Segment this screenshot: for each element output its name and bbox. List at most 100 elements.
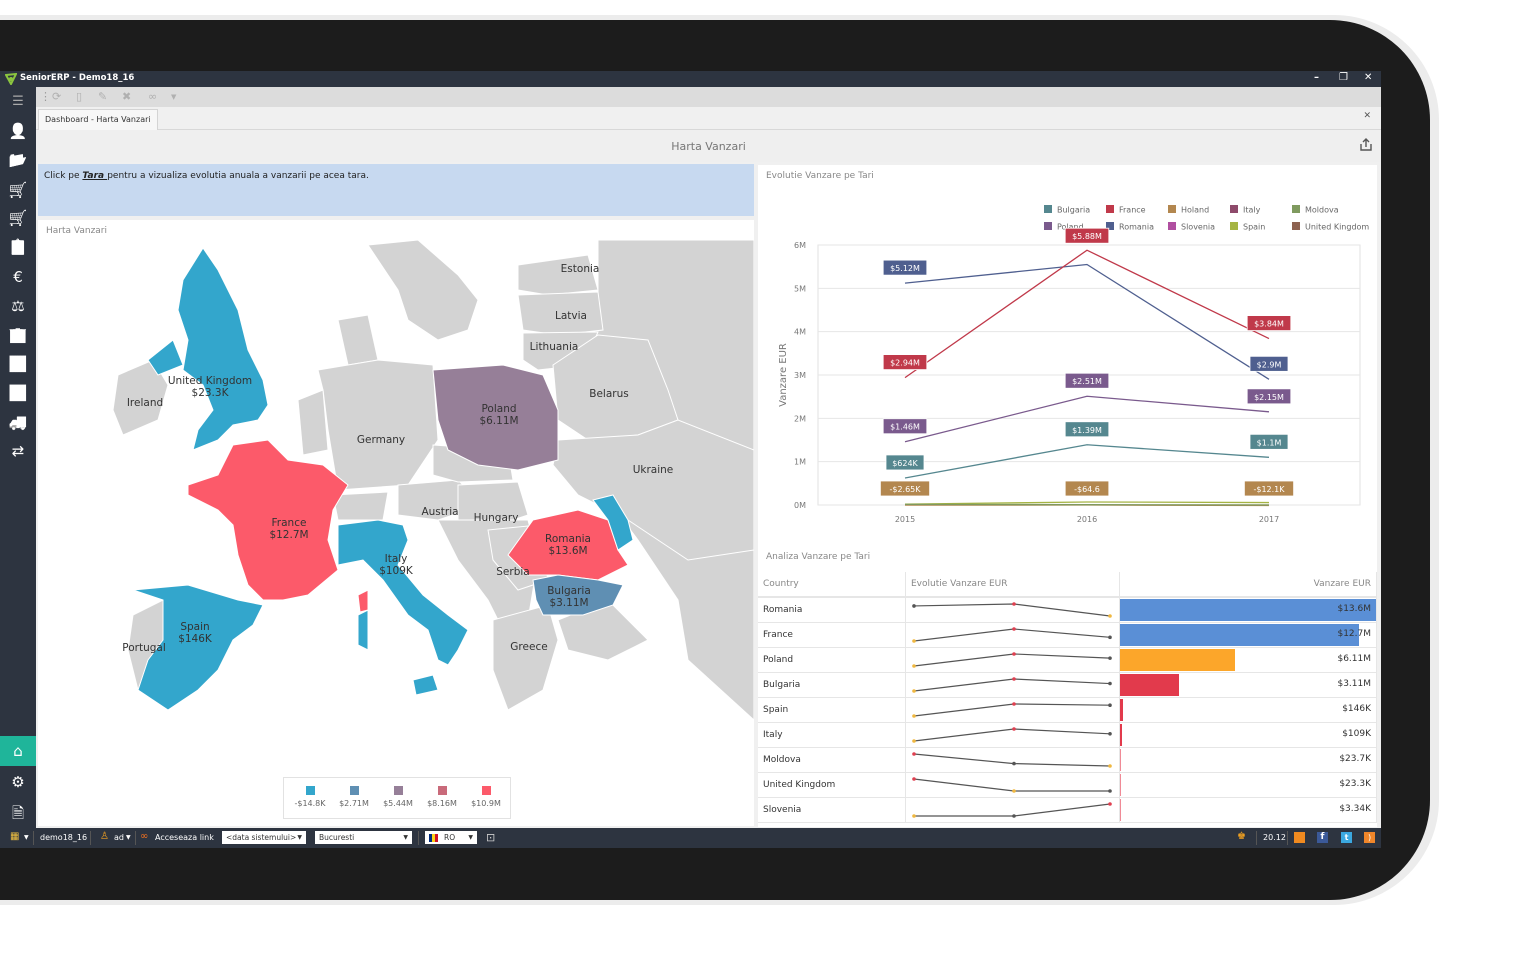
chart-legend-item[interactable]: Moldova xyxy=(1292,205,1339,215)
chart-legend-item[interactable]: France xyxy=(1106,205,1146,215)
map-label-italy[interactable]: Italy xyxy=(385,553,408,565)
map-label-portugal[interactable]: Portugal xyxy=(122,642,166,654)
chart-legend-item[interactable]: Italy xyxy=(1230,205,1261,215)
language-select[interactable]: RO ▼ xyxy=(425,831,477,844)
delete-icon[interactable]: ✖ xyxy=(122,90,131,103)
chart-legend-item[interactable]: Spain xyxy=(1230,222,1265,232)
currency-icon[interactable]: € xyxy=(8,267,28,287)
map-label-france[interactable]: France xyxy=(272,517,307,529)
map-label-belarus[interactable]: Belarus xyxy=(589,388,628,400)
map-label-austria[interactable]: Austria xyxy=(421,506,458,518)
map-label-united-kingdom[interactable]: United Kingdom xyxy=(168,375,252,387)
table-row[interactable]: Moldova $23.7K xyxy=(758,747,1377,773)
bar-chart-icon[interactable]: 📊 xyxy=(8,383,28,403)
data-label: -$12.1K xyxy=(1243,480,1294,497)
users-icon[interactable]: ♚ xyxy=(1237,831,1246,842)
report-search-icon[interactable]: 🗎 xyxy=(8,803,28,823)
series-line-france[interactable] xyxy=(904,249,1270,379)
table-row[interactable]: Poland $6.11M xyxy=(758,647,1377,673)
data-label: $624K xyxy=(885,454,925,471)
map-label-romania[interactable]: Romania xyxy=(545,533,591,545)
note-link[interactable]: Tara xyxy=(82,171,107,181)
chart-legend-item[interactable]: United Kingdom xyxy=(1292,222,1369,232)
fullscreen-icon[interactable]: ⊡ xyxy=(486,831,495,844)
settings-gears-icon[interactable]: ⚙ xyxy=(8,772,28,792)
map-label-latvia[interactable]: Latvia xyxy=(555,310,587,322)
table-row[interactable]: United Kingdom $23.3K xyxy=(758,772,1377,798)
user-desk-icon[interactable]: 👤 xyxy=(8,121,28,141)
table-row[interactable]: Italy $109K xyxy=(758,722,1377,748)
grid-menu-dropdown-icon[interactable]: ▼ xyxy=(24,834,29,841)
sparkline xyxy=(912,602,1112,618)
edit-icon[interactable]: ✎ xyxy=(98,90,107,103)
chart-legend-item[interactable]: Bulgaria xyxy=(1044,205,1090,215)
series-line-moldova[interactable] xyxy=(904,503,1270,506)
export-icon[interactable] xyxy=(1359,138,1373,152)
user-name[interactable]: ad xyxy=(114,833,124,842)
sparkline-point xyxy=(1012,602,1016,606)
table-row[interactable]: Romania $13.6M xyxy=(758,597,1377,623)
map-label-poland[interactable]: Poland xyxy=(481,403,516,415)
document-icon[interactable]: ▯ xyxy=(76,90,82,103)
date-select[interactable]: <data sistemului> ▼ xyxy=(222,831,306,844)
map-label-estonia[interactable]: Estonia xyxy=(561,263,600,275)
database-name[interactable]: demo18_16 xyxy=(40,833,87,842)
table-row[interactable]: Bulgaria $3.11M xyxy=(758,672,1377,698)
map-label-spain[interactable]: Spain xyxy=(180,621,209,633)
close-tab-icon[interactable]: ✕ xyxy=(1363,111,1371,121)
truck-icon[interactable]: 🚚 xyxy=(8,412,28,432)
map-label-lithuania[interactable]: Lithuania xyxy=(530,341,579,353)
map-value-france: $12.7M xyxy=(269,529,308,541)
chart-legend-item[interactable]: Romania xyxy=(1106,222,1154,232)
sparkline xyxy=(912,652,1112,668)
sparkline-point xyxy=(1108,681,1112,686)
close-button[interactable]: ✕ xyxy=(1364,72,1372,83)
menu-icon[interactable]: ☰ xyxy=(8,92,28,112)
scales-icon[interactable]: ⚖ xyxy=(8,296,28,316)
dropdown-icon[interactable]: ▼ xyxy=(171,93,176,101)
facebook-icon[interactable]: f xyxy=(1317,832,1328,843)
table-row[interactable]: Spain $146K xyxy=(758,697,1377,723)
link-icon[interactable]: ∞ xyxy=(148,90,157,103)
col-header-country[interactable]: Country xyxy=(758,572,906,598)
user-dropdown-icon[interactable]: ▼ xyxy=(126,834,131,841)
map-label-ukraine[interactable]: Ukraine xyxy=(633,464,674,476)
series-line-romania[interactable] xyxy=(904,263,1270,380)
cell-sparkline xyxy=(905,747,1120,773)
minimize-button[interactable]: – xyxy=(1314,72,1319,83)
table-row[interactable]: Slovenia $3.34K xyxy=(758,797,1377,823)
chevron-down-icon: ▼ xyxy=(403,834,408,841)
city-select[interactable]: Bucuresti ▼ xyxy=(315,831,412,844)
grid-menu-icon[interactable]: ▦ xyxy=(10,831,19,842)
map-label-ireland[interactable]: Ireland xyxy=(127,397,163,409)
home-icon[interactable]: ⌂ xyxy=(8,741,28,761)
share-icon[interactable] xyxy=(1294,832,1305,843)
map-label-serbia[interactable]: Serbia xyxy=(496,566,529,578)
folder-open-icon[interactable]: 📂 xyxy=(8,150,28,170)
map-label-greece[interactable]: Greece xyxy=(510,641,547,653)
access-link[interactable]: Acceseaza link xyxy=(155,833,214,842)
map-label-hungary[interactable]: Hungary xyxy=(474,512,519,524)
cart-add-icon[interactable]: 🛒 xyxy=(8,180,28,200)
clipboard-cart-icon[interactable]: 📋 xyxy=(8,237,28,257)
chart-legend-item[interactable]: Holand xyxy=(1168,205,1209,215)
map-label-bulgaria[interactable]: Bulgaria xyxy=(547,585,591,597)
sparkline-line xyxy=(913,628,1111,642)
restore-button[interactable]: ❐ xyxy=(1339,72,1348,83)
tab-dashboard-harta-vanzari[interactable]: Dashboard - Harta Vanzari xyxy=(38,109,158,130)
cell-vanzare: $12.7M xyxy=(1119,622,1377,648)
chart-legend-item[interactable]: Slovenia xyxy=(1168,222,1215,232)
sales-grid: Country Evolutie Vanzare EUR Vanzare EUR… xyxy=(758,572,1377,823)
trend-chart-icon[interactable]: 📈 xyxy=(8,354,28,374)
cart-icon[interactable]: 🛒 xyxy=(8,208,28,228)
building-icon[interactable]: 🏢 xyxy=(8,325,28,345)
exchange-icon[interactable]: ⇄ xyxy=(8,441,28,461)
refresh-icon[interactable]: ⟳ xyxy=(52,90,61,103)
legend-swatch xyxy=(1292,205,1300,213)
twitter-icon[interactable]: t xyxy=(1341,832,1352,843)
map-label-germany[interactable]: Germany xyxy=(357,434,405,446)
col-header-evolutie[interactable]: Evolutie Vanzare EUR xyxy=(905,572,1120,598)
table-row[interactable]: France $12.7M xyxy=(758,622,1377,648)
rss-icon[interactable]: ) xyxy=(1364,832,1375,843)
col-header-vanzare[interactable]: Vanzare EUR xyxy=(1119,572,1377,598)
